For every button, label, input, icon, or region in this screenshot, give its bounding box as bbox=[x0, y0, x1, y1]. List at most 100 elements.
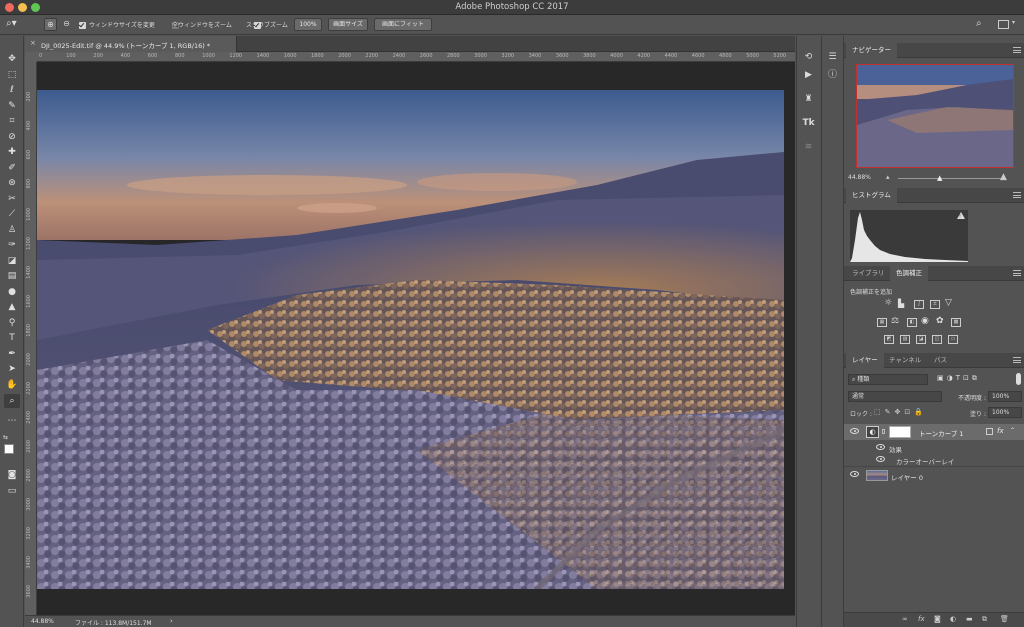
resize-windows-checkbox[interactable] bbox=[79, 21, 86, 29]
healing-brush-tool-icon[interactable]: ✚ bbox=[4, 145, 20, 159]
new-layer-icon[interactable]: ⧉ bbox=[982, 616, 990, 623]
tab-adjustments[interactable]: 色調補正 bbox=[890, 266, 928, 281]
curves-icon[interactable]: ∫ bbox=[914, 300, 924, 309]
tab-navigator[interactable]: ナビゲーター bbox=[846, 43, 897, 58]
path-selection-tool-icon[interactable]: ➤ bbox=[4, 362, 20, 376]
link-layers-icon[interactable]: ∞ bbox=[902, 616, 910, 623]
adjustments-menu-icon[interactable] bbox=[1013, 270, 1021, 276]
vibrance-icon[interactable]: ▽ bbox=[945, 298, 952, 308]
levels-icon[interactable]: ▙ bbox=[898, 299, 904, 308]
character-panel-icon[interactable]: Tk bbox=[801, 116, 816, 130]
type-tool-icon[interactable]: T bbox=[4, 331, 20, 345]
pen-tool-icon[interactable]: ✒ bbox=[4, 347, 20, 361]
zoom-100-button[interactable]: 100% bbox=[294, 18, 322, 31]
delete-layer-icon[interactable]: 🗑 bbox=[1000, 616, 1009, 623]
opacity-input[interactable]: 100% bbox=[988, 391, 1022, 402]
lasso-tool-icon[interactable]: ℓ bbox=[4, 83, 20, 97]
histogram-menu-icon[interactable] bbox=[1013, 192, 1021, 198]
gradient-tool-icon[interactable]: ▤ bbox=[4, 269, 20, 283]
zoom-in-icon[interactable]: ⊕ bbox=[44, 18, 57, 31]
posterize-icon[interactable]: ▨ bbox=[900, 335, 910, 344]
foreground-color-swatch[interactable] bbox=[4, 444, 14, 454]
new-group-icon[interactable]: ▬ bbox=[966, 616, 974, 623]
canvas-area[interactable] bbox=[37, 62, 795, 615]
horizontal-ruler[interactable]: 0 100 200 400 600 800 1000 1200 1400 1600 1800 2000… bbox=[37, 52, 795, 62]
lock-icons[interactable]: ⬚✎✥⊡🔒 bbox=[874, 408, 927, 416]
effect-visibility-icon[interactable] bbox=[876, 456, 885, 462]
tab-libraries[interactable]: ライブラリ bbox=[846, 266, 891, 281]
navigator-preview[interactable] bbox=[856, 64, 1014, 168]
exposure-icon[interactable]: ± bbox=[930, 300, 940, 309]
layers-menu-icon[interactable] bbox=[1013, 357, 1021, 363]
eraser-tool-icon[interactable]: ⟋ bbox=[4, 207, 20, 221]
clone-stamp-tool-icon[interactable]: ⊛ bbox=[4, 176, 20, 190]
layer-name[interactable]: トーンカーブ 1 bbox=[919, 428, 964, 438]
eyedropper-tool-icon[interactable]: ⊘ bbox=[4, 130, 20, 144]
fit-screen-button[interactable]: 画面サイズ bbox=[328, 18, 368, 31]
black-white-icon[interactable]: ◧ bbox=[907, 318, 917, 327]
layer-mask-thumbnail[interactable] bbox=[889, 426, 911, 438]
photo-filter-icon[interactable]: ◉ bbox=[921, 316, 929, 326]
layer-row-base[interactable]: レイヤー 0 bbox=[844, 466, 1024, 482]
fill-screen-button[interactable]: 画面にフィット bbox=[374, 18, 432, 31]
stamp-tool-icon[interactable]: ♙ bbox=[4, 223, 20, 237]
swap-colors-icon[interactable]: ⇆ bbox=[3, 434, 8, 441]
tab-layers[interactable]: レイヤー bbox=[846, 353, 884, 368]
blend-mode-select[interactable]: 通常 bbox=[848, 391, 942, 402]
link-icon[interactable] bbox=[882, 429, 885, 434]
quick-mask-icon[interactable]: ◙ bbox=[4, 468, 20, 482]
history-panel-icon[interactable]: ⟲ bbox=[801, 50, 816, 64]
new-adjustment-icon[interactable]: ◐ bbox=[950, 616, 958, 623]
art-history-brush-icon[interactable]: ✑ bbox=[4, 238, 20, 252]
gradient-map-icon[interactable]: ▭ bbox=[948, 335, 958, 344]
fx-collapse-icon[interactable]: ⌃ bbox=[1010, 427, 1015, 434]
color-balance-icon[interactable]: ⚖ bbox=[891, 316, 899, 326]
filter-toggle-switch[interactable] bbox=[1016, 373, 1021, 385]
navigator-zoom-thumb[interactable]: ▲ bbox=[937, 174, 942, 182]
layer-name[interactable]: レイヤー 0 bbox=[891, 472, 923, 482]
navigator-zoom-value[interactable]: 44.88% bbox=[848, 174, 871, 181]
brush-tool-icon[interactable]: ✐ bbox=[4, 161, 20, 175]
layer-row-curves[interactable]: ◐ トーンカーブ 1 fx ⌃ bbox=[844, 424, 1024, 440]
crop-tool-icon[interactable]: ⌗ bbox=[4, 114, 20, 128]
ruler-origin[interactable] bbox=[25, 52, 37, 62]
hue-saturation-icon[interactable]: ▦ bbox=[877, 318, 887, 327]
hand-tool-icon[interactable]: ✋ bbox=[4, 378, 20, 392]
status-zoom[interactable]: 44.88% bbox=[31, 618, 54, 625]
fill-input[interactable]: 100% bbox=[988, 407, 1022, 418]
info-panel-icon[interactable]: ⓘ bbox=[825, 68, 840, 82]
zoom-out-small-icon[interactable]: ▴ bbox=[886, 173, 890, 181]
sharpen-tool-icon[interactable]: ▲ bbox=[4, 300, 20, 314]
photo-canvas[interactable] bbox=[37, 90, 784, 589]
workspace-icon[interactable] bbox=[998, 20, 1009, 29]
brightness-contrast-icon[interactable]: ☼ bbox=[884, 298, 892, 308]
move-tool-icon[interactable]: ✥ bbox=[4, 52, 20, 66]
add-mask-icon[interactable]: ◙ bbox=[934, 616, 942, 623]
navigator-menu-icon[interactable] bbox=[1013, 47, 1021, 53]
more-tools-icon[interactable]: ⋯ bbox=[4, 414, 20, 428]
status-menu-arrow[interactable]: › bbox=[170, 617, 173, 625]
tab-histogram[interactable]: ヒストグラム bbox=[846, 188, 897, 203]
invert-icon[interactable]: ◩ bbox=[884, 335, 894, 344]
zoom-out-icon[interactable]: ⊖ bbox=[60, 18, 73, 31]
layer-filter-select[interactable]: ⌕ 種類 bbox=[848, 374, 928, 385]
document-close-icon[interactable]: × bbox=[30, 39, 36, 47]
vertical-ruler[interactable]: 200 400 600 800 1000 1200 1400 1600 1800 2000 2200… bbox=[25, 62, 37, 615]
document-tab[interactable]: × DJI_0025-Edit.tif @ 44.9% (トーンカーブ 1, R… bbox=[25, 36, 237, 52]
brush-settings-icon[interactable]: ♜ bbox=[801, 92, 816, 106]
channel-mixer-icon[interactable]: ✿ bbox=[936, 316, 944, 326]
effects-visibility-icon[interactable] bbox=[876, 444, 885, 450]
quick-selection-tool-icon[interactable]: ✎ bbox=[4, 99, 20, 113]
color-lookup-icon[interactable]: ▩ bbox=[951, 318, 961, 327]
fx-badge[interactable]: fx bbox=[997, 427, 1004, 435]
zoom-tool-preset-icon[interactable]: ⌕▾ bbox=[6, 18, 28, 31]
paths-panel-icon[interactable]: ≋ bbox=[801, 140, 816, 154]
layer-filter-icons[interactable]: ▣◑T⊡⧉ bbox=[937, 374, 980, 383]
search-icon[interactable]: ⌕ bbox=[976, 18, 988, 31]
visibility-eye-icon[interactable] bbox=[850, 428, 859, 434]
workspace-chevron-icon[interactable]: ▾ bbox=[1012, 19, 1015, 26]
screen-mode-icon[interactable]: ▭ bbox=[4, 484, 20, 498]
actions-panel-icon[interactable]: ▶ bbox=[801, 68, 816, 82]
tab-channels[interactable]: チャンネル bbox=[883, 353, 927, 368]
threshold-icon[interactable]: ◪ bbox=[916, 335, 926, 344]
